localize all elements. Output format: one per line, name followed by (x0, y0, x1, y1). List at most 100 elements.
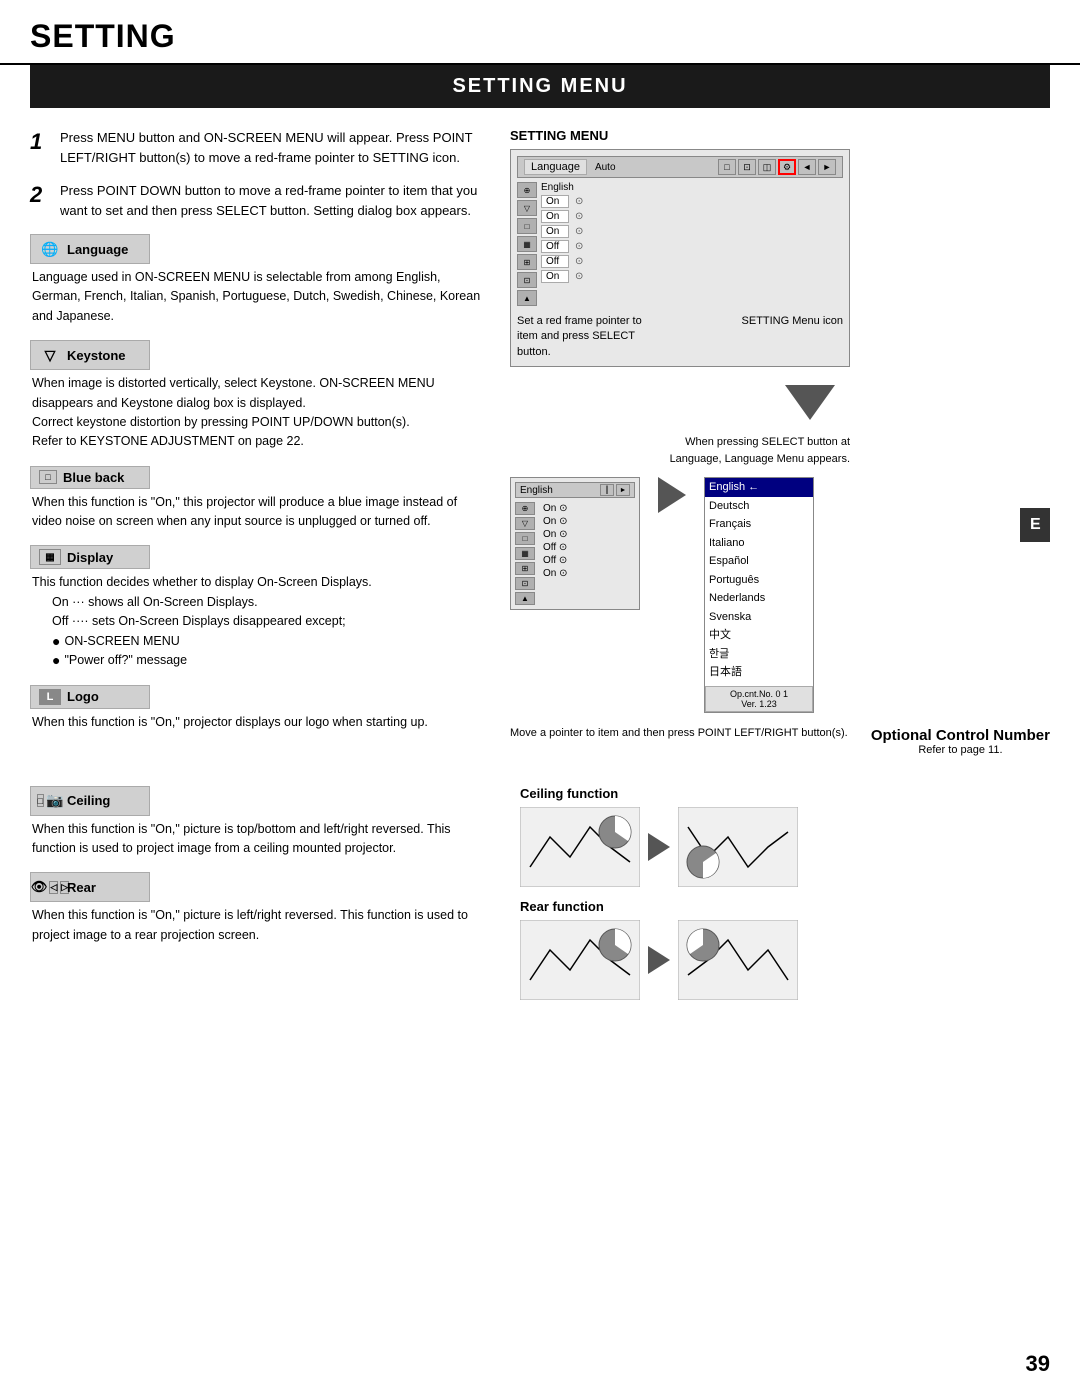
menu-icon-1: □ (718, 159, 736, 175)
arrow-down-container (510, 377, 1050, 428)
feature-logo-header: L Logo (30, 685, 150, 709)
optional-number-ref: Refer to page 11. (871, 744, 1050, 756)
screen-adj-3: ⊙ (575, 226, 583, 237)
feature-logo: L Logo When this function is "On," proje… (30, 685, 490, 732)
language-icon: 🌐 (39, 238, 61, 260)
lang-icon-2: ► (616, 484, 630, 496)
feature-rear-body: When this function is "On," picture is l… (30, 906, 490, 945)
lang-menu-right: English ← Deutsch Français Italiano Espa… (704, 477, 814, 713)
annotation-setting-icon: SETTING Menu icon (742, 314, 843, 360)
menu-left-icon-7: ▲ (517, 290, 537, 306)
blue-back-icon: □ (39, 470, 57, 484)
lang-item-espanol: Español (705, 552, 813, 571)
rear-diagram-after (678, 920, 798, 1000)
lang-item-italiano: Italiano (705, 534, 813, 553)
ceiling-diagram-arrow (648, 833, 670, 861)
page-title: SETTING (0, 0, 1080, 65)
lang-row-4: Off ⊙ (541, 541, 570, 554)
lang-li-1: ⊕ (515, 502, 535, 515)
optional-number-label: Optional Control Number (871, 727, 1050, 744)
feature-display-label: Display (67, 550, 113, 565)
lang-item-chinese: 中文 (705, 626, 813, 645)
feature-ceiling-header: □ 📷 Ceiling (30, 786, 150, 816)
lang-li-2: ▽ (515, 517, 535, 530)
menu-left-icon-6: ⊡ (517, 272, 537, 288)
feature-display-body: This function decides whether to display… (30, 573, 490, 670)
menu-left-icon-5: ⊞ (517, 254, 537, 270)
screen-row-6: Off ⊙ (541, 255, 843, 268)
feature-blue-back: □ Blue back When this function is "On," … (30, 466, 490, 532)
menu-icon-6: ► (818, 159, 836, 175)
feature-blue-back-body: When this function is "On," this project… (30, 493, 490, 532)
lang-li-4: ▦ (515, 547, 535, 560)
menu-annotations: Set a red frame pointer to item and pres… (517, 314, 843, 360)
ceiling-diagram-after (678, 807, 798, 887)
screen-adj-2: ⊙ (575, 211, 583, 222)
feature-language-header: 🌐 Language (30, 234, 150, 264)
menu-rows: ⊕ ▽ □ ▦ ⊞ ⊡ ▲ English On ⊙ (517, 182, 843, 306)
version-line2: Ver. 1.23 (710, 699, 808, 709)
screen-val-on4: On (541, 270, 569, 283)
lang-item-japanese: 日本語 (705, 663, 813, 682)
screen-val-off2: Off (541, 255, 569, 268)
version-box: Op.cnt.No. 0 1 Ver. 1.23 (705, 686, 813, 712)
lang-item-nederlands: Nederlands (705, 589, 813, 608)
feature-language-body: Language used in ON-SCREEN MENU is selec… (30, 268, 490, 326)
menu-left-icon-1: ⊕ (517, 182, 537, 198)
feature-ceiling-label: Ceiling (67, 793, 110, 808)
feature-blue-back-label: Blue back (63, 470, 124, 485)
feature-language-label: Language (67, 242, 128, 257)
arrow-right (658, 477, 686, 513)
step-2: 2 Press POINT DOWN button to move a red-… (30, 181, 490, 220)
display-icon: ▦ (39, 549, 61, 565)
screen-row-5: Off ⊙ (541, 240, 843, 253)
screen-row-3: On ⊙ (541, 210, 843, 223)
lang-item-francais: Français (705, 515, 813, 534)
feature-rear: 👁 ◁ ▷ Rear When this function is "On," p… (30, 872, 490, 945)
lang-left-icons: ⊕ ▽ □ ▦ ⊞ ⊡ ▲ (515, 502, 535, 605)
menu-icon-5: ◄ (798, 159, 816, 175)
lang-row-2: On ⊙ (541, 515, 570, 528)
feature-rear-label: Rear (67, 880, 96, 895)
step-2-number: 2 (30, 181, 50, 220)
arrow-annotation-container: When pressing SELECT button at Language,… (510, 434, 1050, 467)
lang-menu-rows: ⊕ ▽ □ ▦ ⊞ ⊡ ▲ On ⊙ On ⊙ On ⊙ Off ⊙ Off ⊙ (515, 502, 635, 605)
arrow-annotation-text: When pressing SELECT button at Language,… (650, 434, 850, 467)
feature-blue-back-header: □ Blue back (30, 466, 150, 489)
keystone-icon: ▽ (39, 344, 61, 366)
e-badge: E (1020, 508, 1050, 542)
menu-icon-2: ⊡ (738, 159, 756, 175)
lang-li-7: ▲ (515, 592, 535, 605)
ceiling-function-label: Ceiling function (520, 786, 1050, 801)
feature-logo-label: Logo (67, 689, 99, 704)
menu-bar-auto: Auto (591, 161, 620, 174)
step-1: 1 Press MENU button and ON-SCREEN MENU w… (30, 128, 490, 167)
rear-icon-box: ◁ (49, 881, 58, 894)
screen-adj-1: ⊙ (575, 196, 583, 207)
step-1-text: Press MENU button and ON-SCREEN MENU wil… (60, 128, 490, 167)
lang-menu-icons: ║ ► (600, 484, 630, 496)
rear-function-label: Rear function (520, 899, 1050, 914)
feature-keystone-header: ▽ Keystone (30, 340, 150, 370)
screen-val-on2: On (541, 210, 569, 223)
lang-row-6: On ⊙ (541, 567, 570, 580)
feature-logo-body: When this function is "On," projector di… (30, 713, 490, 732)
page-number: 39 (1026, 1351, 1050, 1377)
ceiling-diagram-before (520, 807, 640, 887)
menu-icon-3: ◫ (758, 159, 776, 175)
rear-icon-eye: 👁 (31, 879, 48, 895)
screen-row-2: On ⊙ (541, 195, 843, 208)
lang-item-korean: 한글 (705, 645, 813, 664)
menu-left-icons: ⊕ ▽ □ ▦ ⊞ ⊡ ▲ (517, 182, 537, 306)
lang-item-deutsch: Deutsch (705, 497, 813, 516)
lang-item-portugues: Português (705, 571, 813, 590)
lang-li-3: □ (515, 532, 535, 545)
screen-adj-5: ⊙ (575, 256, 583, 267)
screen-row-7: On ⊙ (541, 270, 843, 283)
feature-keystone-label: Keystone (67, 348, 126, 363)
rear-diagram-before (520, 920, 640, 1000)
menu-left-icon-4: ▦ (517, 236, 537, 252)
menu-icon-setting: ⚙ (778, 159, 796, 175)
ceiling-icon-box1: □ (37, 794, 44, 807)
lang-li-5: ⊞ (515, 562, 535, 575)
